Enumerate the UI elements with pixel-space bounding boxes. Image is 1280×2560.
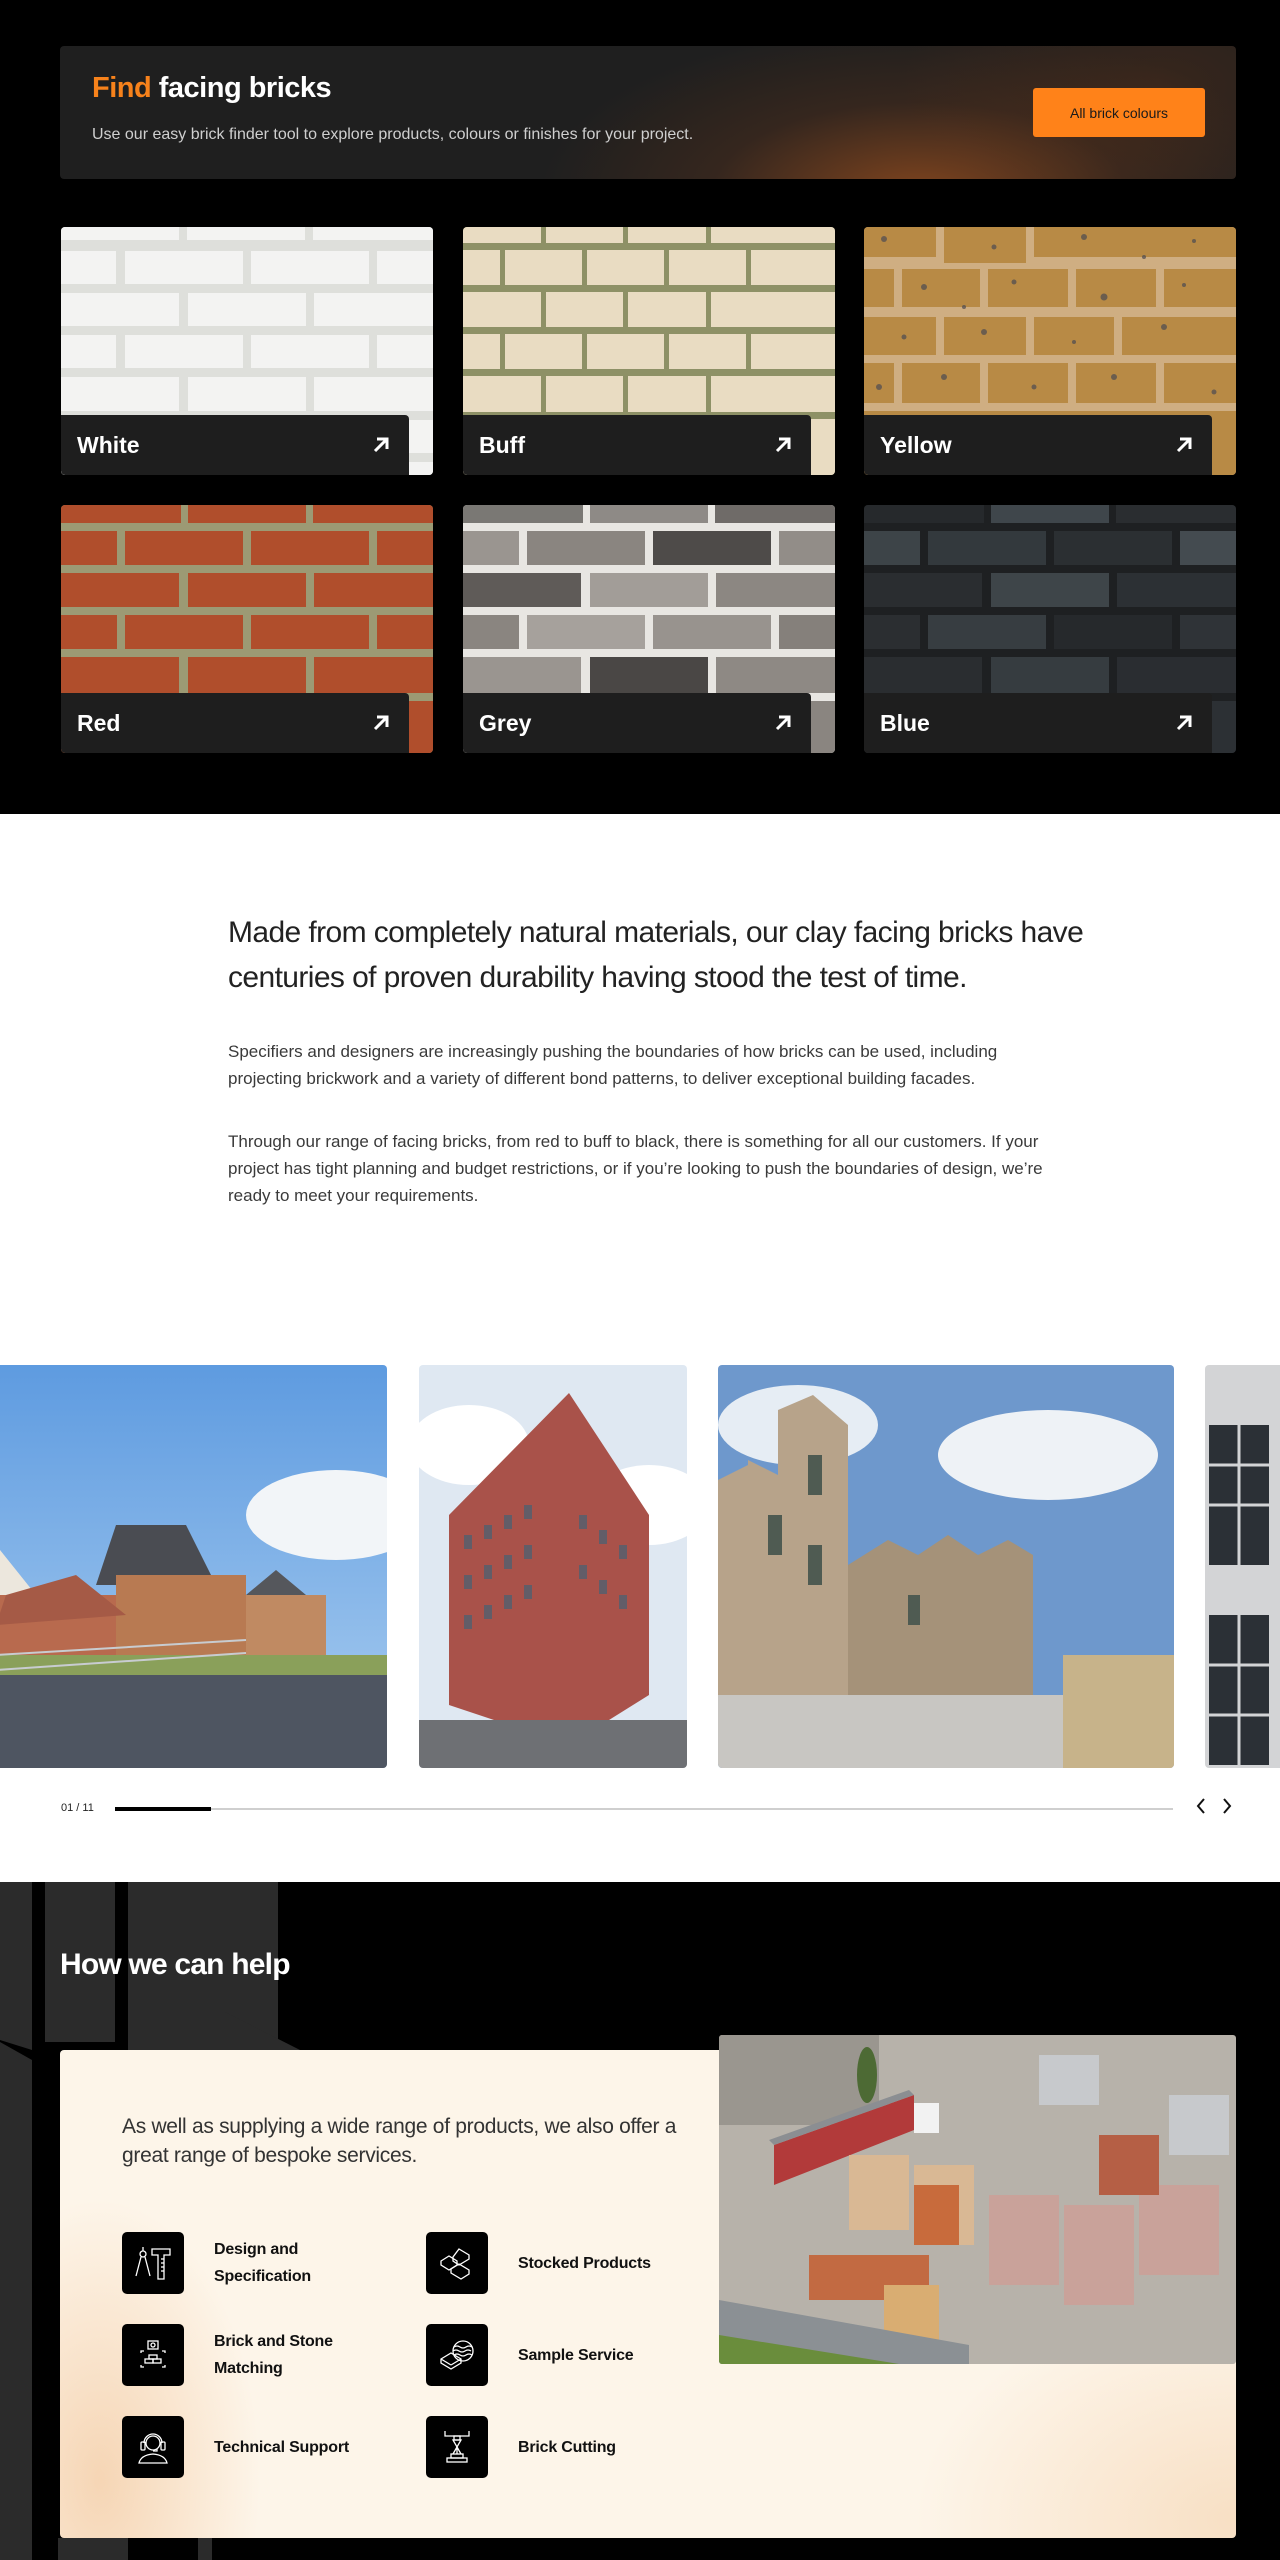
service-brick-cutting[interactable]: Brick Cutting — [426, 2416, 678, 2478]
service-label: Brick Cutting — [518, 2438, 616, 2456]
how-we-can-help-section: How we can help As well as supplying a w… — [0, 1882, 1280, 2560]
headset-icon — [122, 2416, 184, 2478]
finder-banner: Find facing bricks Use our easy brick fi… — [60, 46, 1236, 179]
brick-tile-red[interactable]: Red — [61, 505, 433, 753]
tile-name: Blue — [880, 709, 930, 736]
brick-tile-yellow[interactable]: Yellow — [864, 227, 1236, 475]
service-label: Brick and Stone Matching — [214, 2333, 333, 2377]
help-title: How we can help — [60, 1948, 291, 1981]
finder-subtitle: Use our easy brick finder tool to explor… — [92, 126, 694, 143]
slide-image-tower — [419, 1365, 687, 1768]
arrow-up-right-icon — [775, 715, 791, 731]
service-technical-support[interactable]: Technical Support — [122, 2416, 374, 2478]
tile-name: Yellow — [880, 431, 952, 458]
carousel-next-button[interactable] — [1216, 1796, 1238, 1820]
tile-label: Grey — [463, 693, 811, 753]
camera-brick-icon — [122, 2324, 184, 2386]
arrow-up-right-icon — [1176, 715, 1192, 731]
tile-name: Buff — [479, 431, 525, 458]
brick-tile-grey[interactable]: Grey — [463, 505, 835, 753]
service-brick-stone-matching[interactable]: Brick and Stone Matching — [122, 2324, 374, 2386]
service-sample[interactable]: Sample Service — [426, 2324, 678, 2386]
finder-title-rest: facing bricks — [158, 72, 332, 104]
tile-label: White — [61, 415, 409, 475]
carousel-slide[interactable] — [1205, 1365, 1280, 1768]
tile-name: Grey — [479, 709, 532, 736]
about-lead: Made from completely natural materials, … — [228, 916, 1084, 994]
arrow-up-right-icon — [1176, 437, 1192, 453]
tile-label: Red — [61, 693, 409, 753]
about-paragraph: Specifiers and designers are increasingl… — [228, 1042, 998, 1088]
brick-finder-section: Find facing bricks Use our easy brick fi… — [0, 0, 1280, 814]
service-stocked-products[interactable]: Stocked Products — [426, 2232, 678, 2294]
carousel-controls: 01 / 11 — [0, 1794, 1280, 1824]
carousel-progress-track[interactable] — [115, 1807, 1173, 1811]
service-label: Design and Specification — [214, 2241, 311, 2285]
tile-label: Yellow — [864, 415, 1212, 475]
carousel-prev-button[interactable] — [1190, 1796, 1212, 1820]
service-label: Technical Support — [214, 2438, 349, 2456]
compass-ruler-icon — [122, 2232, 184, 2294]
slide-counter: 01 / 11 — [61, 1802, 94, 1814]
chevron-left-icon — [1196, 1798, 1205, 1814]
finder-title: Find facing bricks — [92, 72, 332, 105]
arrow-up-right-icon — [373, 437, 389, 453]
service-label: Sample Service — [518, 2346, 634, 2364]
brick-cutter-icon — [426, 2416, 488, 2478]
tile-label: Buff — [463, 415, 811, 475]
about-section: Made from completely natural materials, … — [0, 814, 1280, 1882]
chevron-right-icon — [1223, 1798, 1232, 1814]
tile-name: Red — [77, 709, 121, 736]
carousel-slide[interactable] — [419, 1365, 687, 1768]
arrow-up-right-icon — [373, 715, 389, 731]
finder-title-accent: Find — [92, 72, 152, 104]
brick-tile-white[interactable]: White — [61, 227, 433, 475]
slide-image-houses — [0, 1365, 387, 1768]
tile-label: Blue — [864, 693, 1212, 753]
services-lead: As well as supplying a wide range of pro… — [122, 2115, 677, 2167]
tile-name: White — [77, 431, 140, 458]
slide-image-grey-building — [1205, 1365, 1280, 1768]
stacked-bricks-icon — [426, 2232, 488, 2294]
arrow-up-right-icon — [775, 437, 791, 453]
service-label: Stocked Products — [518, 2254, 651, 2272]
stockyard-image — [719, 2035, 1236, 2364]
carousel-slide[interactable] — [0, 1365, 387, 1768]
about-paragraph: Through our range of facing bricks, from… — [228, 1132, 1043, 1205]
brick-tile-blue[interactable]: Blue — [864, 505, 1236, 753]
service-design-specification[interactable]: Design and Specification — [122, 2232, 374, 2294]
carousel-slide[interactable] — [718, 1365, 1174, 1768]
slide-image-terraces — [718, 1365, 1174, 1768]
carousel-progress-fill — [115, 1807, 212, 1811]
brick-tile-buff[interactable]: Buff — [463, 227, 835, 475]
project-carousel — [0, 1365, 1280, 1770]
all-brick-colours-button[interactable]: All brick colours — [1033, 88, 1205, 137]
brick-sample-icon — [426, 2324, 488, 2386]
stockyard-photo — [719, 2035, 1236, 2364]
